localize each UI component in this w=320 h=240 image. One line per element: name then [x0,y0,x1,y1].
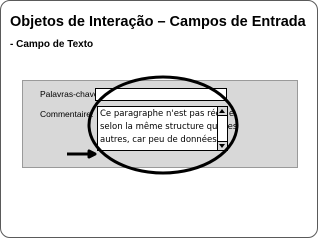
slide-title: Objetos de Interação – Campos de Entrada [10,14,306,30]
comments-label: Commentaire: [40,109,94,119]
slide-subtitle: - Campo de Texto [10,39,94,50]
keywords-label: Palavras-chave: [40,89,101,99]
comments-textarea[interactable]: Ce paragraphe n'est pas rédigé selon la … [97,106,238,151]
scroll-down-icon [219,144,225,148]
comments-text: Ce paragraphe n'est pas rédigé selon la … [100,109,238,145]
keywords-input[interactable] [95,88,227,101]
comments-scrollbar[interactable] [217,107,227,150]
scroll-down-button[interactable] [218,141,227,150]
slide-frame: Objetos de Interação – Campos de Entrada… [0,0,318,238]
form-panel: Palavras-chave: Commentaire: Ce paragrap… [22,80,298,168]
scroll-up-icon [219,109,225,113]
scroll-up-button[interactable] [218,107,227,116]
